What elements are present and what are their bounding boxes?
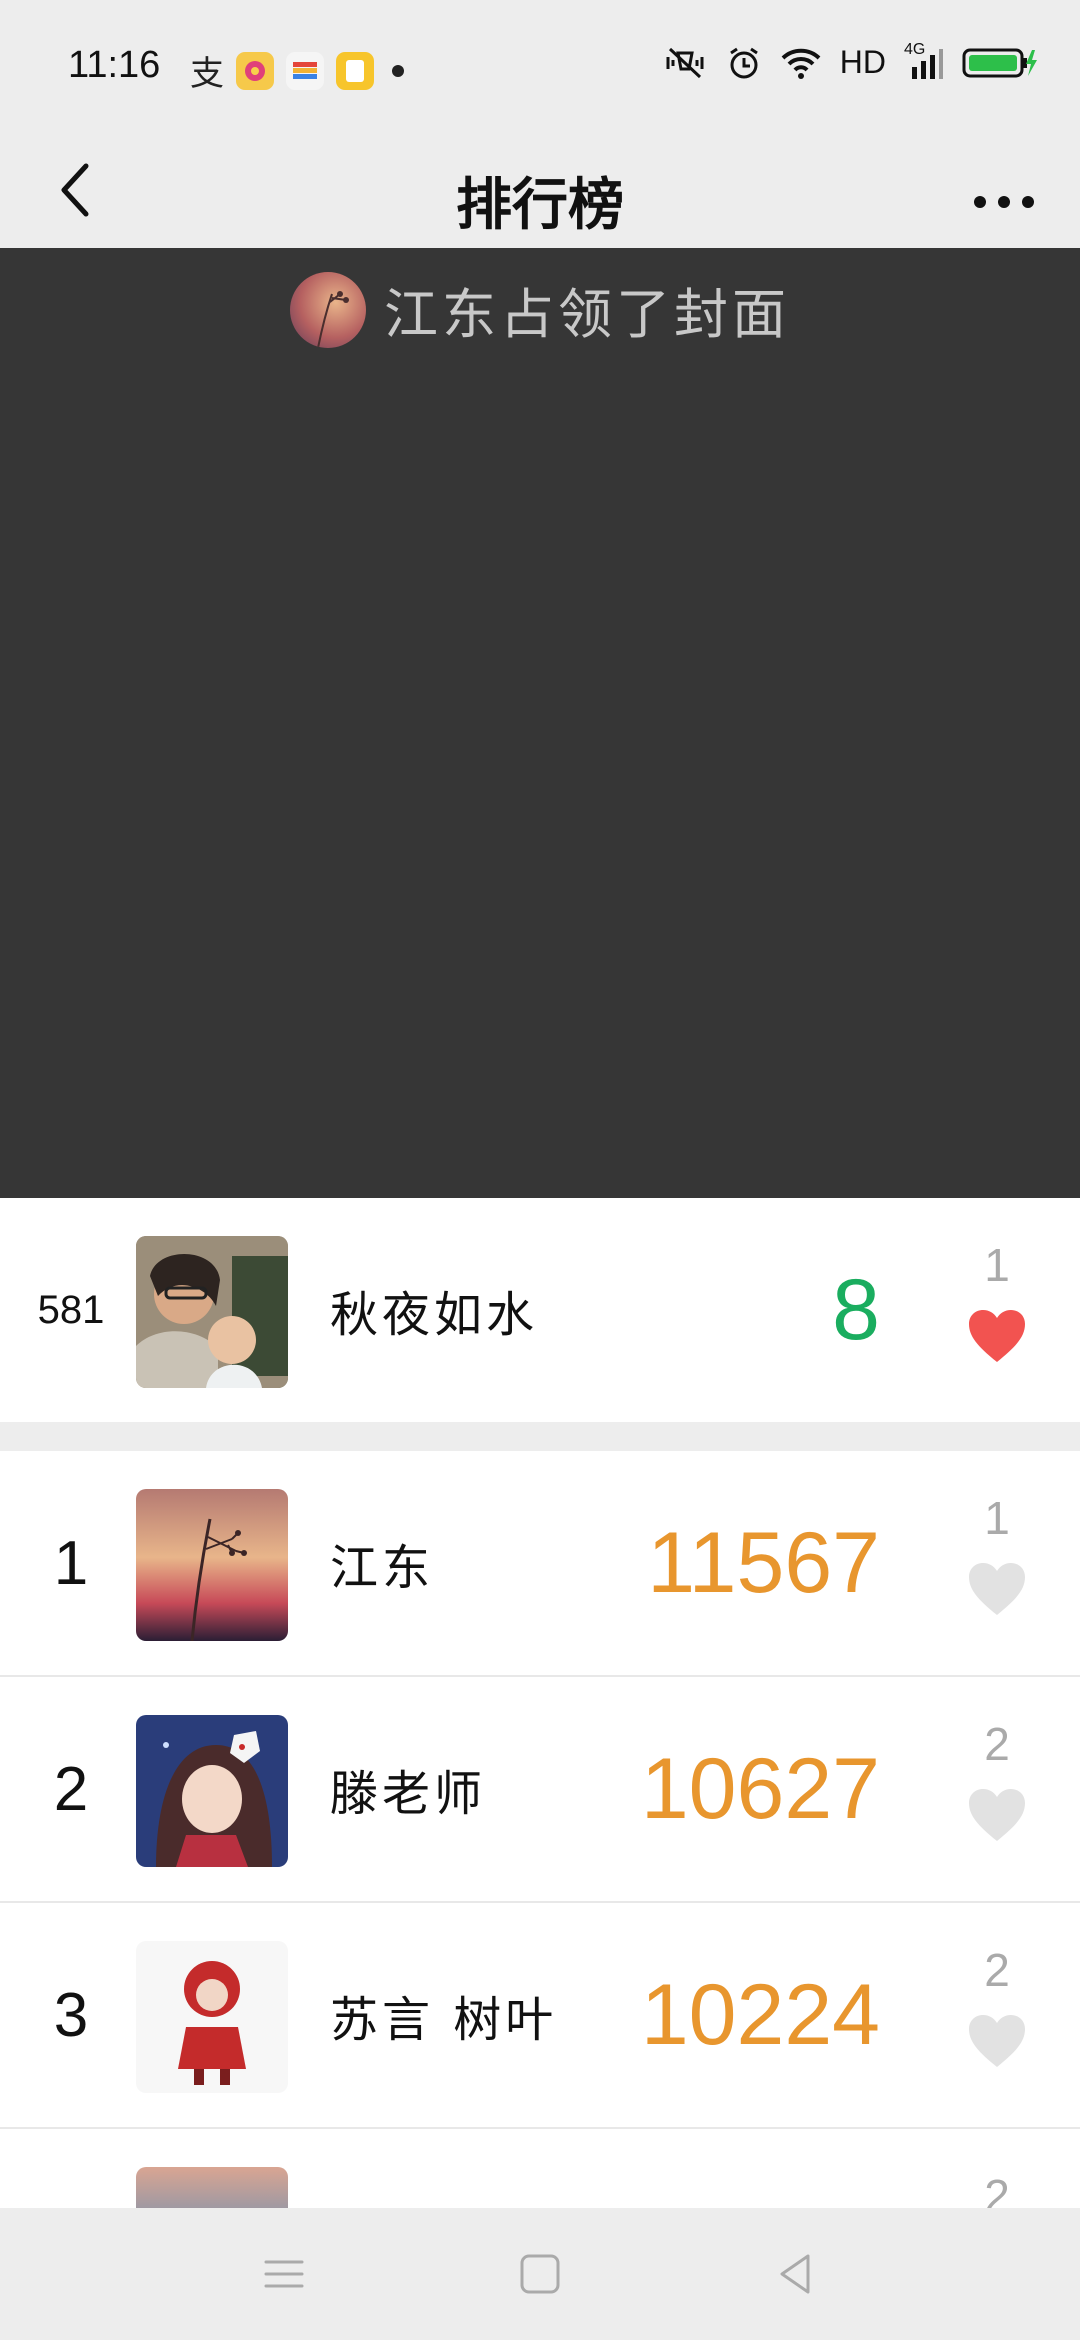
heart-outline-icon [969,2015,1025,2067]
cover-text: 江东占领了封面 [384,283,790,346]
user-score: 10627 [640,1740,880,1837]
like-count: 2 [984,1944,1010,1996]
user-avatar [136,1489,288,1641]
network-type-label: HD [839,44,886,80]
system-icons: HD 4G [662,41,1038,81]
status-bar: 11:16 支 HD 4G [0,0,1080,130]
rank-row-1[interactable]: 1 江东 11567 1 [0,1451,1080,1675]
cover-caption: 江东占领了封面 [0,270,1080,349]
user-avatar [136,1941,288,2093]
rank-row-2[interactable]: 2 滕老师 10627 2 [0,1677,1080,1901]
my-avatar [136,1236,288,1388]
more-options-icon[interactable] [964,158,1044,218]
cover-owner-avatar [290,271,366,348]
like-count: 2 [984,1718,1010,1770]
menu-icon[interactable] [258,2248,310,2300]
my-rank: 581 [37,1287,105,1332]
alarm-icon [729,47,758,78]
nav-bar: 排行榜 [0,130,1080,248]
my-like-count: 1 [984,1239,1010,1291]
system-nav-bar [0,2208,1080,2340]
user-score: 11567 [647,1514,880,1611]
cover-area[interactable]: 江东占领了封面 [0,248,1080,1198]
like-button[interactable]: 2 [954,1717,1040,1847]
page-title: 排行榜 [456,173,624,238]
my-score: 8 [832,1261,880,1358]
rank-number: 3 [53,1980,89,2050]
flower-app-icon [236,51,274,90]
like-button[interactable]: 2 [954,1943,1040,2073]
vibrate-icon [666,47,704,78]
screen: 11:16 支 HD 4G 排行榜 江东占领了封面 581 秋夜如水 8 1 1… [0,0,1080,2340]
rank-number: 2 [53,1754,89,1824]
like-count: 1 [984,1492,1010,1544]
user-name: 苏言 树叶 [330,1992,558,2048]
home-icon[interactable] [514,2248,566,2300]
like-button[interactable]: 1 [954,1491,1040,1621]
user-name: 滕老师 [330,1766,487,1822]
user-score: 10224 [640,1966,880,2063]
back-triangle-icon[interactable] [770,2248,822,2300]
my-rank-row[interactable]: 581 秋夜如水 8 1 [0,1198,1080,1422]
heart-outline-icon [969,1789,1025,1841]
heart-outline-icon [969,1563,1025,1615]
notes-app-icon [336,51,374,90]
notification-icons: 支 [190,46,404,95]
my-name: 秋夜如水 [330,1287,539,1343]
user-avatar [136,1715,288,1867]
rank-row-3[interactable]: 3 苏言 树叶 10224 2 [0,1903,1080,2127]
signal-icon: 4G [904,41,944,81]
heart-filled-icon [969,1310,1025,1362]
user-name: 江东 [330,1540,435,1596]
battery-icon [962,48,1037,77]
wallet-app-icon [286,51,324,90]
status-time: 11:16 [68,44,161,86]
more-notifications-dot [392,64,404,77]
wifi-icon [781,48,821,79]
rank-number: 1 [53,1528,89,1598]
my-like-button[interactable]: 1 [954,1238,1040,1368]
alipay-icon: 支 [190,54,224,94]
